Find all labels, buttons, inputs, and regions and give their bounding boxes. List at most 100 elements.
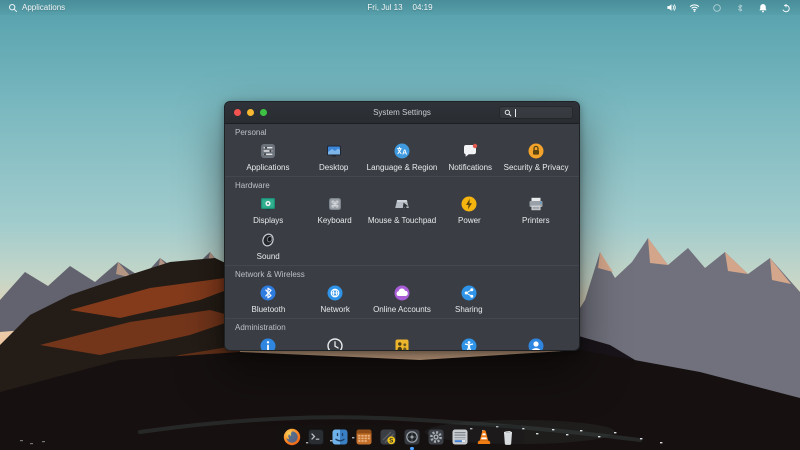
bluetooth-icon[interactable]	[734, 2, 746, 14]
settings-tile-power[interactable]: Power	[436, 192, 502, 228]
tile-label: Power	[458, 216, 481, 225]
about-icon	[258, 336, 278, 351]
applications-icon	[258, 141, 278, 161]
language-region-icon: A	[392, 141, 412, 161]
dock-item-sublime-text[interactable]: S	[378, 427, 398, 447]
tile-label: Network	[321, 305, 350, 314]
dock: S	[276, 425, 524, 450]
network-icon	[325, 283, 345, 303]
settings-search-input[interactable]	[499, 106, 573, 119]
tile-label: Desktop	[319, 163, 348, 172]
night-light-icon[interactable]	[711, 2, 723, 14]
dock-item-terminal[interactable]	[306, 427, 326, 447]
dock-item-system-settings[interactable]	[402, 427, 422, 447]
settings-tile-sound[interactable]: Sound	[235, 228, 301, 264]
applications-menu-label: Applications	[22, 3, 65, 12]
settings-tile-printers[interactable]: Printers	[503, 192, 569, 228]
tile-label: Sharing	[455, 305, 483, 314]
power-icon	[459, 194, 479, 214]
applications-menu[interactable]: Applications	[8, 3, 65, 13]
desktop: Applications Fri, Jul 13 04:19 System Se…	[0, 0, 800, 450]
dock-item-software-updater[interactable]	[450, 427, 470, 447]
bluetooth-icon	[258, 283, 278, 303]
titlebar[interactable]: System Settings	[225, 102, 579, 124]
panel-time: 04:19	[413, 3, 433, 12]
section-network-wireless: Network & Wireless Bluetooth Network Online…	[225, 265, 579, 318]
dock-item-calendar[interactable]	[354, 427, 374, 447]
settings-tile-online-accounts[interactable]: Online Accounts	[369, 281, 436, 317]
settings-tile-notifications[interactable]: Notifications	[437, 139, 503, 175]
settings-tile-mouse-touchpad[interactable]: Mouse & Touchpad	[368, 192, 436, 228]
panel-date: Fri, Jul 13	[367, 3, 402, 12]
date-time-icon	[325, 336, 345, 351]
sharing-icon	[459, 283, 479, 303]
settings-tile-sharing[interactable]: Sharing	[435, 281, 502, 317]
power-icon[interactable]	[780, 2, 792, 14]
dock-item-trash[interactable]	[498, 427, 518, 447]
tile-label: Language & Region	[367, 163, 438, 172]
tile-label: Applications	[246, 163, 289, 172]
wifi-icon[interactable]	[688, 2, 700, 14]
maximize-button[interactable]	[260, 109, 267, 116]
section-header: Personal	[235, 128, 569, 137]
volume-icon[interactable]	[665, 2, 677, 14]
tile-label: Online Accounts	[373, 305, 431, 314]
panel-clock[interactable]: Fri, Jul 13 04:19	[367, 3, 432, 12]
desktop-icon	[324, 141, 344, 161]
svg-text:S: S	[389, 439, 393, 445]
notifications-bell-icon[interactable]	[757, 2, 769, 14]
tile-label: Bluetooth	[251, 305, 285, 314]
settings-tile-desktop[interactable]: Desktop	[301, 139, 367, 175]
settings-tile-language-region[interactable]: A Language & Region	[367, 139, 438, 175]
mouse-touchpad-icon	[392, 194, 412, 214]
settings-tile-network[interactable]: Network	[302, 281, 369, 317]
settings-tile-user-accounts[interactable]: User Accounts	[502, 334, 569, 351]
sound-icon	[258, 230, 278, 250]
tile-label: Sound	[257, 252, 280, 261]
section-administration: Administration AboutDate & TimeParental C…	[225, 318, 579, 351]
section-header: Network & Wireless	[235, 270, 569, 279]
user-accounts-icon	[526, 336, 546, 351]
section-personal: Personal Applications Desktop A Language & R…	[225, 124, 579, 176]
tile-label: Displays	[253, 216, 283, 225]
window-controls	[234, 109, 267, 116]
printers-icon	[526, 194, 546, 214]
displays-icon	[258, 194, 278, 214]
universal-access-icon	[459, 336, 479, 351]
section-header: Hardware	[235, 181, 569, 190]
tile-label: Security & Privacy	[504, 163, 569, 172]
dock-item-tweaks[interactable]	[426, 427, 446, 447]
settings-tile-displays[interactable]: Displays	[235, 192, 301, 228]
svg-text:A: A	[402, 149, 407, 156]
search-icon	[504, 109, 512, 117]
tile-label: Keyboard	[317, 216, 351, 225]
keyboard-icon: ⌘	[325, 194, 345, 214]
section-header: Administration	[235, 323, 569, 332]
security-privacy-icon	[526, 141, 546, 161]
settings-tile-applications[interactable]: Applications	[235, 139, 301, 175]
svg-text:⌘: ⌘	[330, 200, 339, 210]
online-accounts-icon	[392, 283, 412, 303]
notifications-icon	[460, 141, 480, 161]
system-settings-window: System Settings Personal Applications Desk…	[224, 101, 580, 351]
dock-item-files[interactable]	[330, 427, 350, 447]
tile-label: Notifications	[448, 163, 492, 172]
settings-tile-bluetooth[interactable]: Bluetooth	[235, 281, 302, 317]
settings-tile-security-privacy[interactable]: Security & Privacy	[503, 139, 569, 175]
tile-label: Printers	[522, 216, 550, 225]
settings-tile-keyboard[interactable]: ⌘ Keyboard	[301, 192, 367, 228]
dock-item-firefox[interactable]	[282, 427, 302, 447]
settings-tile-date-time[interactable]: Date & Time	[302, 334, 369, 351]
parental-control-icon	[392, 336, 412, 351]
top-panel: Applications Fri, Jul 13 04:19	[0, 0, 800, 15]
dock-item-vlc[interactable]	[474, 427, 494, 447]
text-caret	[515, 109, 516, 117]
minimize-button[interactable]	[247, 109, 254, 116]
settings-tile-about[interactable]: About	[235, 334, 302, 351]
close-button[interactable]	[234, 109, 241, 116]
search-icon	[8, 3, 18, 13]
settings-tile-parental-control[interactable]: Parental Control	[369, 334, 436, 351]
settings-tile-universal-access[interactable]: Universal Access	[435, 334, 502, 351]
section-hardware: Hardware Displays ⌘ Keyboard Mouse & Touchpa…	[225, 176, 579, 265]
panel-indicators	[665, 2, 792, 14]
